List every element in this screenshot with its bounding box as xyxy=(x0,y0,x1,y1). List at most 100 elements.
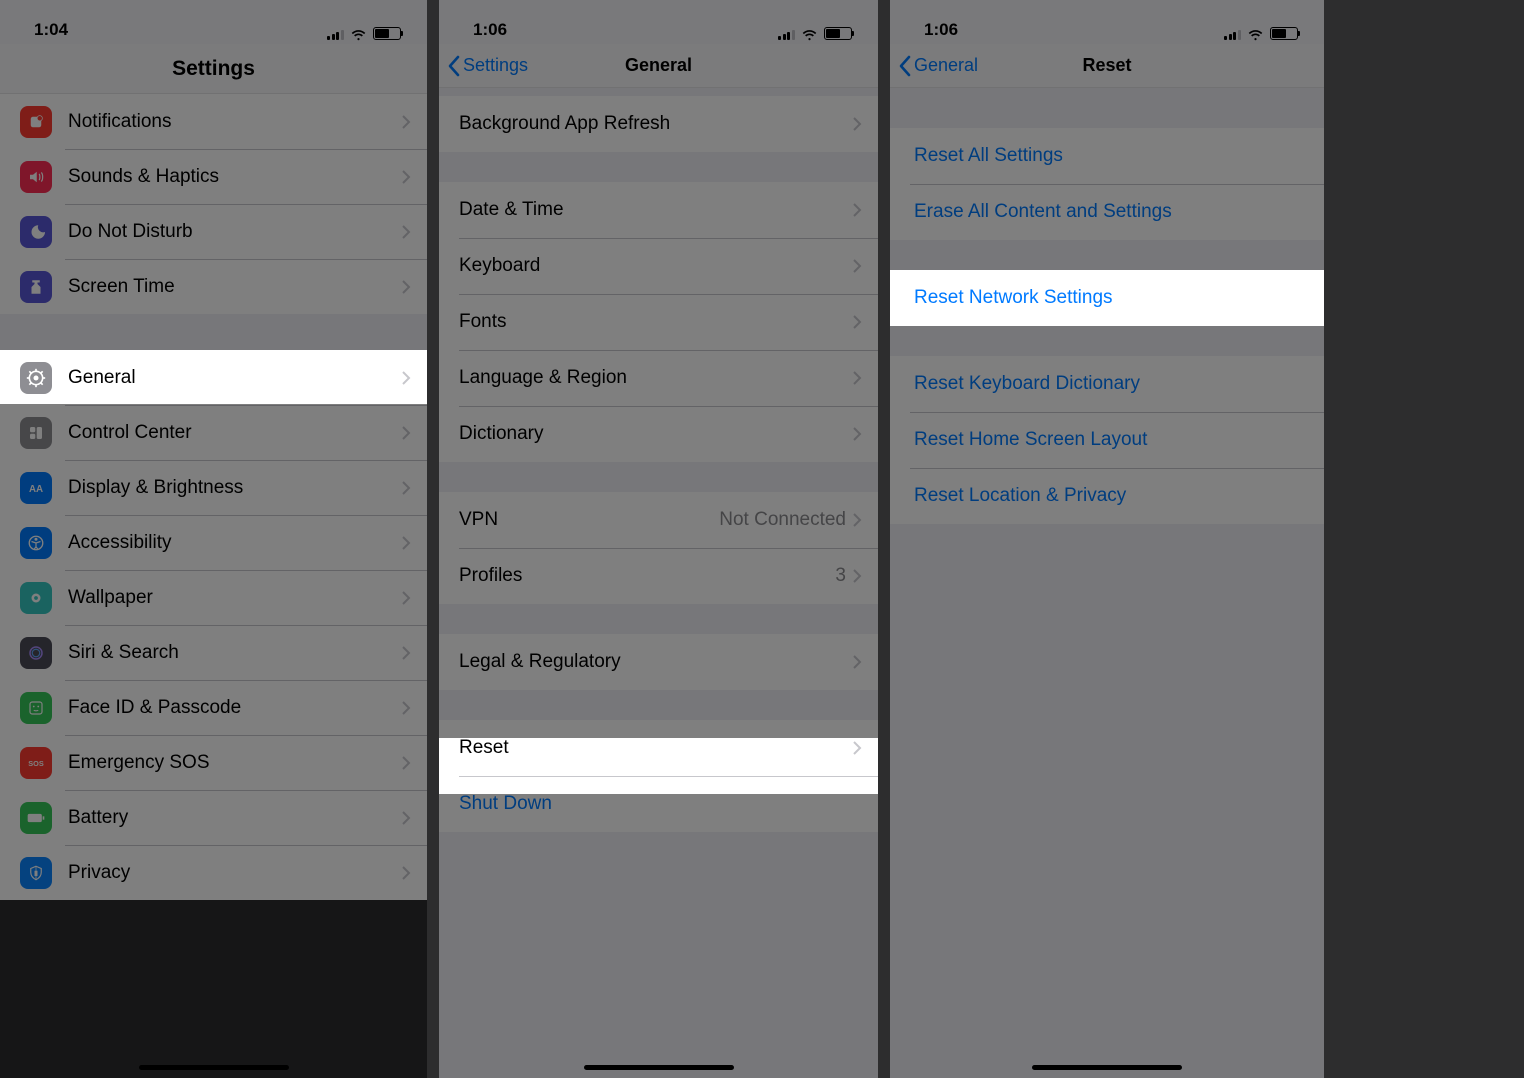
row-label: General xyxy=(68,367,401,389)
accessibility-icon xyxy=(20,527,52,559)
row-label: Fonts xyxy=(459,311,852,333)
row-do-not-disturb[interactable]: Do Not Disturb xyxy=(0,204,427,259)
row-control-center[interactable]: Control Center xyxy=(0,405,427,460)
row-label: Erase All Content and Settings xyxy=(910,201,1324,223)
row-label: VPN xyxy=(459,509,719,531)
row-label: Battery xyxy=(68,807,401,829)
control-center-icon xyxy=(20,417,52,449)
faceid-icon xyxy=(20,692,52,724)
row-profiles[interactable]: Profiles 3 xyxy=(439,548,878,604)
chevron-right-icon xyxy=(401,370,411,386)
row-background-app-refresh[interactable]: Background App Refresh xyxy=(439,96,878,152)
row-erase-all-content[interactable]: Erase All Content and Settings xyxy=(890,184,1324,240)
row-notifications[interactable]: Notifications xyxy=(0,94,427,149)
row-display-brightness[interactable]: AA Display & Brightness xyxy=(0,460,427,515)
chevron-left-icon xyxy=(898,55,912,77)
battery-icon xyxy=(1270,27,1298,40)
row-label: Keyboard xyxy=(459,255,852,277)
row-fonts[interactable]: Fonts xyxy=(439,294,878,350)
row-reset-home-screen-layout[interactable]: Reset Home Screen Layout xyxy=(890,412,1324,468)
row-wallpaper[interactable]: Wallpaper xyxy=(0,570,427,625)
row-reset-network-settings[interactable]: Reset Network Settings xyxy=(890,270,1324,326)
gear-icon xyxy=(20,362,52,394)
chevron-right-icon xyxy=(852,116,862,132)
row-legal-regulatory[interactable]: Legal & Regulatory xyxy=(439,634,878,690)
chevron-right-icon xyxy=(401,224,411,240)
page-title: Settings xyxy=(172,57,255,81)
chevron-right-icon xyxy=(401,480,411,496)
back-button[interactable]: Settings xyxy=(447,44,528,87)
row-value: 3 xyxy=(835,565,846,587)
status-time: 1:06 xyxy=(473,20,507,40)
row-label: Date & Time xyxy=(459,199,852,221)
row-battery[interactable]: Battery xyxy=(0,790,427,845)
chevron-left-icon xyxy=(447,55,461,77)
row-keyboard[interactable]: Keyboard xyxy=(439,238,878,294)
row-language-region[interactable]: Language & Region xyxy=(439,350,878,406)
row-reset-all-settings[interactable]: Reset All Settings xyxy=(890,128,1324,184)
row-faceid-passcode[interactable]: Face ID & Passcode xyxy=(0,680,427,735)
dnd-icon xyxy=(20,216,52,248)
row-date-time[interactable]: Date & Time xyxy=(439,182,878,238)
status-bar: 1:04 xyxy=(0,0,427,44)
row-shut-down[interactable]: Shut Down xyxy=(439,776,878,832)
chevron-right-icon xyxy=(401,700,411,716)
row-vpn[interactable]: VPN Not Connected xyxy=(439,492,878,548)
row-label: Screen Time xyxy=(68,276,401,298)
battery-settings-icon xyxy=(20,802,52,834)
row-emergency-sos[interactable]: SOS Emergency SOS xyxy=(0,735,427,790)
chevron-right-icon xyxy=(852,740,862,756)
chevron-right-icon xyxy=(852,370,862,386)
row-label: Reset All Settings xyxy=(910,145,1324,167)
status-time: 1:06 xyxy=(924,20,958,40)
row-sounds-haptics[interactable]: Sounds & Haptics xyxy=(0,149,427,204)
row-privacy[interactable]: Privacy xyxy=(0,845,427,900)
row-label: Face ID & Passcode xyxy=(68,697,401,719)
row-label: Emergency SOS xyxy=(68,752,401,774)
row-accessibility[interactable]: Accessibility xyxy=(0,515,427,570)
row-label: Accessibility xyxy=(68,532,401,554)
nav-header: Settings General xyxy=(439,44,878,88)
row-label: Reset Home Screen Layout xyxy=(910,429,1324,451)
chevron-right-icon xyxy=(852,202,862,218)
screen-general: 1:06 Settings General Background App Ref… xyxy=(439,0,878,1078)
svg-text:AA: AA xyxy=(29,483,43,494)
row-label: Shut Down xyxy=(459,793,878,815)
row-reset-location-privacy[interactable]: Reset Location & Privacy xyxy=(890,468,1324,524)
row-label: Profiles xyxy=(459,565,835,587)
cellular-icon xyxy=(778,28,795,40)
chevron-right-icon xyxy=(401,645,411,661)
settings-list[interactable]: Notifications Sounds & Haptics Do Not Di… xyxy=(0,94,427,900)
row-reset[interactable]: Reset xyxy=(439,720,878,776)
back-label: Settings xyxy=(463,55,528,76)
row-label: Dictionary xyxy=(459,423,852,445)
home-indicator[interactable] xyxy=(1032,1065,1182,1070)
battery-icon xyxy=(824,27,852,40)
row-siri-search[interactable]: Siri & Search xyxy=(0,625,427,680)
row-screen-time[interactable]: Screen Time xyxy=(0,259,427,314)
general-list[interactable]: Background App Refresh Date & Time Keybo… xyxy=(439,88,878,1078)
reset-list[interactable]: Reset All Settings Erase All Content and… xyxy=(890,88,1324,1078)
chevron-right-icon xyxy=(852,654,862,670)
chevron-right-icon xyxy=(401,425,411,441)
row-reset-keyboard-dictionary[interactable]: Reset Keyboard Dictionary xyxy=(890,356,1324,412)
status-bar: 1:06 xyxy=(890,0,1324,44)
cellular-icon xyxy=(327,28,344,40)
row-dictionary[interactable]: Dictionary xyxy=(439,406,878,462)
chevron-right-icon xyxy=(401,169,411,185)
status-time: 1:04 xyxy=(34,20,68,40)
chevron-right-icon xyxy=(852,258,862,274)
row-label: Sounds & Haptics xyxy=(68,166,401,188)
row-label: Display & Brightness xyxy=(68,477,401,499)
chevron-right-icon xyxy=(401,535,411,551)
row-label: Privacy xyxy=(68,862,401,884)
wifi-icon xyxy=(801,28,818,40)
screen-settings: 1:04 Settings Notifications Sounds & Hap… xyxy=(0,0,427,1078)
home-indicator[interactable] xyxy=(139,1065,289,1070)
chevron-right-icon xyxy=(401,755,411,771)
back-button[interactable]: General xyxy=(898,44,978,87)
row-label: Background App Refresh xyxy=(459,113,852,135)
nav-header: Settings xyxy=(0,44,427,94)
row-general[interactable]: General xyxy=(0,350,427,405)
home-indicator[interactable] xyxy=(584,1065,734,1070)
